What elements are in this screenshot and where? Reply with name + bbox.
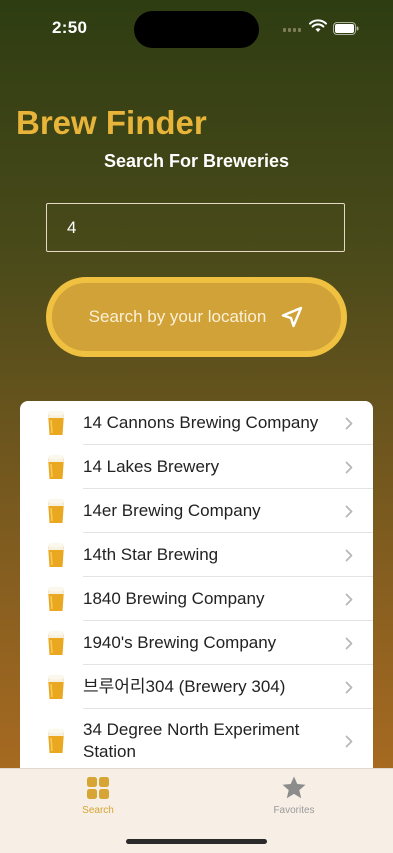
brewery-name: 14er Brewing Company: [83, 501, 261, 520]
brewery-list: 14 Cannons Brewing Company 14 Lakes Brew…: [20, 401, 373, 781]
battery-icon: [333, 22, 359, 35]
tab-favorites-label: Favorites: [273, 805, 315, 816]
brewery-name: 14 Lakes Brewery: [83, 457, 220, 476]
tab-search[interactable]: Search: [43, 775, 153, 816]
beer-glass-icon: [47, 454, 65, 479]
brewery-name: 14th Star Brewing: [83, 545, 219, 564]
beer-glass-icon: [47, 410, 65, 435]
brewery-name: 1840 Brewing Company: [83, 589, 265, 608]
chevron-right-icon: [345, 637, 353, 649]
brewery-row[interactable]: 14er Brewing Company: [20, 489, 373, 533]
star-icon: [282, 776, 306, 799]
search-input[interactable]: [46, 203, 345, 252]
wifi-icon: [309, 19, 327, 32]
chevron-right-icon: [345, 461, 353, 473]
beer-glass-icon: [47, 674, 65, 699]
chevron-right-icon: [345, 735, 353, 747]
location-arrow-icon: [282, 306, 303, 328]
brewery-row[interactable]: 34 Degree North Experiment Station: [20, 709, 373, 773]
chevron-right-icon: [345, 681, 353, 693]
beer-glass-icon: [47, 542, 65, 567]
brewery-name: 1940's Brewing Company: [83, 633, 277, 652]
brewery-row[interactable]: 14 Lakes Brewery: [20, 445, 373, 489]
brewery-row[interactable]: 브루어리304 (Brewery 304): [20, 665, 373, 709]
status-bar: 2:50: [0, 0, 393, 54]
beer-glass-icon: [47, 728, 65, 753]
status-time: 2:50: [52, 18, 88, 37]
beer-glass-icon: [47, 498, 65, 523]
brewery-row[interactable]: 14 Cannons Brewing Company: [20, 401, 373, 445]
brewery-row[interactable]: 1940's Brewing Company: [20, 621, 373, 665]
brewery-name: 34 Degree North Experiment Station: [83, 720, 300, 761]
beer-glass-icon: [47, 630, 65, 655]
brewery-name: 14 Cannons Brewing Company: [83, 413, 319, 432]
dynamic-island: [134, 11, 259, 48]
tab-favorites[interactable]: Favorites: [239, 775, 349, 816]
search-by-location-button[interactable]: Search by your location: [46, 277, 347, 357]
search-by-location-label: Search by your location: [88, 307, 267, 326]
chevron-right-icon: [345, 505, 353, 517]
home-indicator: [126, 839, 267, 844]
brewery-row[interactable]: 14th Star Brewing: [20, 533, 373, 577]
page-subtitle: Search For Breweries: [103, 151, 290, 171]
chevron-right-icon: [345, 417, 353, 429]
beer-glass-icon: [47, 586, 65, 611]
chevron-right-icon: [345, 549, 353, 561]
cellular-signal-icon: [283, 26, 303, 32]
tab-search-label: Search: [82, 805, 114, 816]
brewery-name: 브루어리304 (Brewery 304): [83, 677, 286, 696]
chevron-right-icon: [345, 593, 353, 605]
grid-icon: [87, 777, 109, 799]
brewery-row[interactable]: 1840 Brewing Company: [20, 577, 373, 621]
app-title: Brew Finder: [16, 104, 207, 141]
